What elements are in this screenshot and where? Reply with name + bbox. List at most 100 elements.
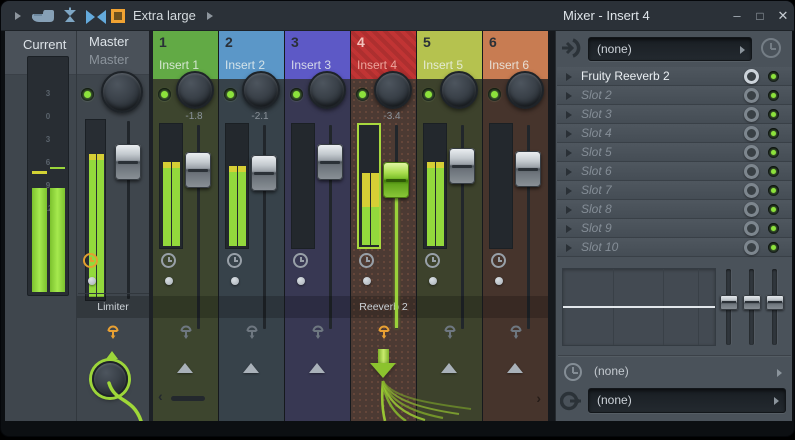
pan-knob[interactable]	[308, 71, 346, 109]
master-send-knob[interactable]	[92, 361, 128, 397]
time-clock-icon[interactable]	[564, 363, 582, 381]
clock-icon[interactable]	[491, 253, 506, 268]
eq-band-slider[interactable]	[743, 295, 761, 310]
slot-label[interactable]: Slot 6	[581, 164, 612, 178]
slot-label[interactable]: Slot 4	[581, 126, 612, 140]
route-down-icon[interactable]	[370, 363, 396, 378]
stereo-dot[interactable]	[363, 277, 371, 285]
spinner-tool-icon[interactable]	[61, 7, 79, 25]
mixer-channel-insert-1[interactable]: 1 Insert 1 -1.8 ‹	[153, 31, 218, 421]
channel-enable-led[interactable]	[158, 88, 171, 101]
slot-arrow-icon[interactable]	[566, 244, 572, 252]
master-pan-knob[interactable]	[101, 71, 143, 113]
input-clock-button[interactable]	[761, 38, 781, 58]
slot-enable-led[interactable]	[768, 147, 779, 158]
channel-header[interactable]: 1 Insert 1	[153, 31, 218, 79]
fx-slot-row[interactable]: Slot 7	[557, 181, 792, 200]
slot-enable-led[interactable]	[768, 128, 779, 139]
master-clock-icon[interactable]	[83, 253, 98, 268]
plug-icon[interactable]	[310, 321, 326, 345]
slot-enable-led[interactable]	[768, 71, 779, 82]
slot-label[interactable]: Slot 2	[581, 88, 612, 102]
slot-mix-knob[interactable]	[744, 164, 759, 179]
slot-mix-knob[interactable]	[744, 126, 759, 141]
hand-tool-icon[interactable]	[31, 7, 55, 24]
slot-enable-led[interactable]	[768, 242, 779, 253]
slot-mix-knob[interactable]	[744, 240, 759, 255]
volume-fader[interactable]	[185, 152, 211, 188]
channel-enable-led[interactable]	[290, 88, 303, 101]
stereo-dot[interactable]	[495, 277, 503, 285]
pan-knob[interactable]	[242, 71, 280, 109]
route-up-icon[interactable]	[441, 363, 457, 373]
maximize-button[interactable]: □	[751, 6, 769, 26]
slot-enable-led[interactable]	[768, 223, 779, 234]
master-channel-label[interactable]: Master	[89, 34, 129, 49]
fx-slot-row[interactable]: Slot 3	[557, 105, 792, 124]
route-up-icon[interactable]	[309, 363, 325, 373]
pan-knob[interactable]	[506, 71, 544, 109]
slot-label[interactable]: Fruity Reeverb 2	[581, 69, 670, 83]
close-button[interactable]: ✕	[774, 6, 792, 26]
volume-fader[interactable]	[383, 162, 409, 198]
channel-header[interactable]: 4 Insert 4	[351, 31, 416, 79]
volume-fader[interactable]	[251, 155, 277, 191]
detach-arrow-icon[interactable]	[15, 12, 21, 20]
slot-mix-knob[interactable]	[744, 221, 759, 236]
slot-arrow-icon[interactable]	[566, 111, 572, 119]
slot-enable-led[interactable]	[768, 204, 779, 215]
slot-arrow-icon[interactable]	[566, 73, 572, 81]
volume-fader[interactable]	[317, 144, 343, 180]
slot-label[interactable]: Slot 9	[581, 221, 612, 235]
master-volume-fader[interactable]	[115, 144, 141, 180]
channel-header[interactable]: 6 Insert 6	[483, 31, 548, 79]
slot-arrow-icon[interactable]	[566, 149, 572, 157]
pan-knob[interactable]	[440, 71, 478, 109]
slot-arrow-icon[interactable]	[566, 206, 572, 214]
route-up-icon[interactable]	[106, 351, 118, 359]
eq-graph[interactable]	[562, 268, 716, 346]
slot-label[interactable]: Slot 10	[581, 240, 618, 254]
mixer-channel-insert-4[interactable]: 4 Insert 4 -3.4 Reeverb 2	[351, 31, 416, 421]
slot-enable-led[interactable]	[768, 166, 779, 177]
audio-output-select[interactable]: (none)	[588, 388, 786, 413]
horizontal-scrollbar[interactable]	[171, 396, 205, 401]
slot-mix-knob[interactable]	[744, 183, 759, 198]
channel-header[interactable]: 5 Insert 5	[417, 31, 482, 79]
route-down-icon[interactable]	[378, 349, 389, 363]
slot-enable-led[interactable]	[768, 90, 779, 101]
clock-icon[interactable]	[425, 253, 440, 268]
stereo-dot[interactable]	[429, 277, 437, 285]
route-up-icon[interactable]	[507, 363, 523, 373]
stereo-dot[interactable]	[297, 277, 305, 285]
clock-icon[interactable]	[293, 253, 308, 268]
scroll-left-icon[interactable]: ‹	[158, 388, 163, 404]
channel-enable-led[interactable]	[356, 88, 369, 101]
color-swatch-icon[interactable]	[111, 9, 125, 23]
pan-knob[interactable]	[374, 71, 412, 109]
slot-arrow-icon[interactable]	[566, 130, 572, 138]
plug-icon[interactable]	[442, 321, 458, 345]
volume-fader[interactable]	[449, 148, 475, 184]
plug-icon[interactable]	[376, 321, 392, 345]
slot-mix-knob[interactable]	[744, 107, 759, 122]
title-bar[interactable]: Extra large Mixer - Insert 4 – □ ✕	[1, 1, 794, 31]
slot-arrow-icon[interactable]	[566, 168, 572, 176]
slot-mix-knob[interactable]	[744, 145, 759, 160]
channel-enable-led[interactable]	[224, 88, 237, 101]
slot-enable-led[interactable]	[768, 185, 779, 196]
audio-input-select[interactable]: (none)	[588, 37, 752, 61]
audio-output-icon[interactable]	[560, 389, 584, 413]
stereo-dot[interactable]	[231, 277, 239, 285]
fx-slot-row[interactable]: Slot 2	[557, 86, 792, 105]
mixer-channel-insert-5[interactable]: 5 Insert 5	[417, 31, 482, 421]
pan-knob[interactable]	[176, 71, 214, 109]
fx-slot-row[interactable]: Fruity Reeverb 2	[557, 67, 792, 86]
plug-icon[interactable]	[105, 321, 121, 345]
fx-slot-row[interactable]: Slot 8	[557, 200, 792, 219]
clock-icon[interactable]	[227, 253, 242, 268]
slot-arrow-icon[interactable]	[566, 187, 572, 195]
plug-icon[interactable]	[508, 321, 524, 345]
plug-icon[interactable]	[178, 321, 194, 345]
slot-label[interactable]: Slot 3	[581, 107, 612, 121]
